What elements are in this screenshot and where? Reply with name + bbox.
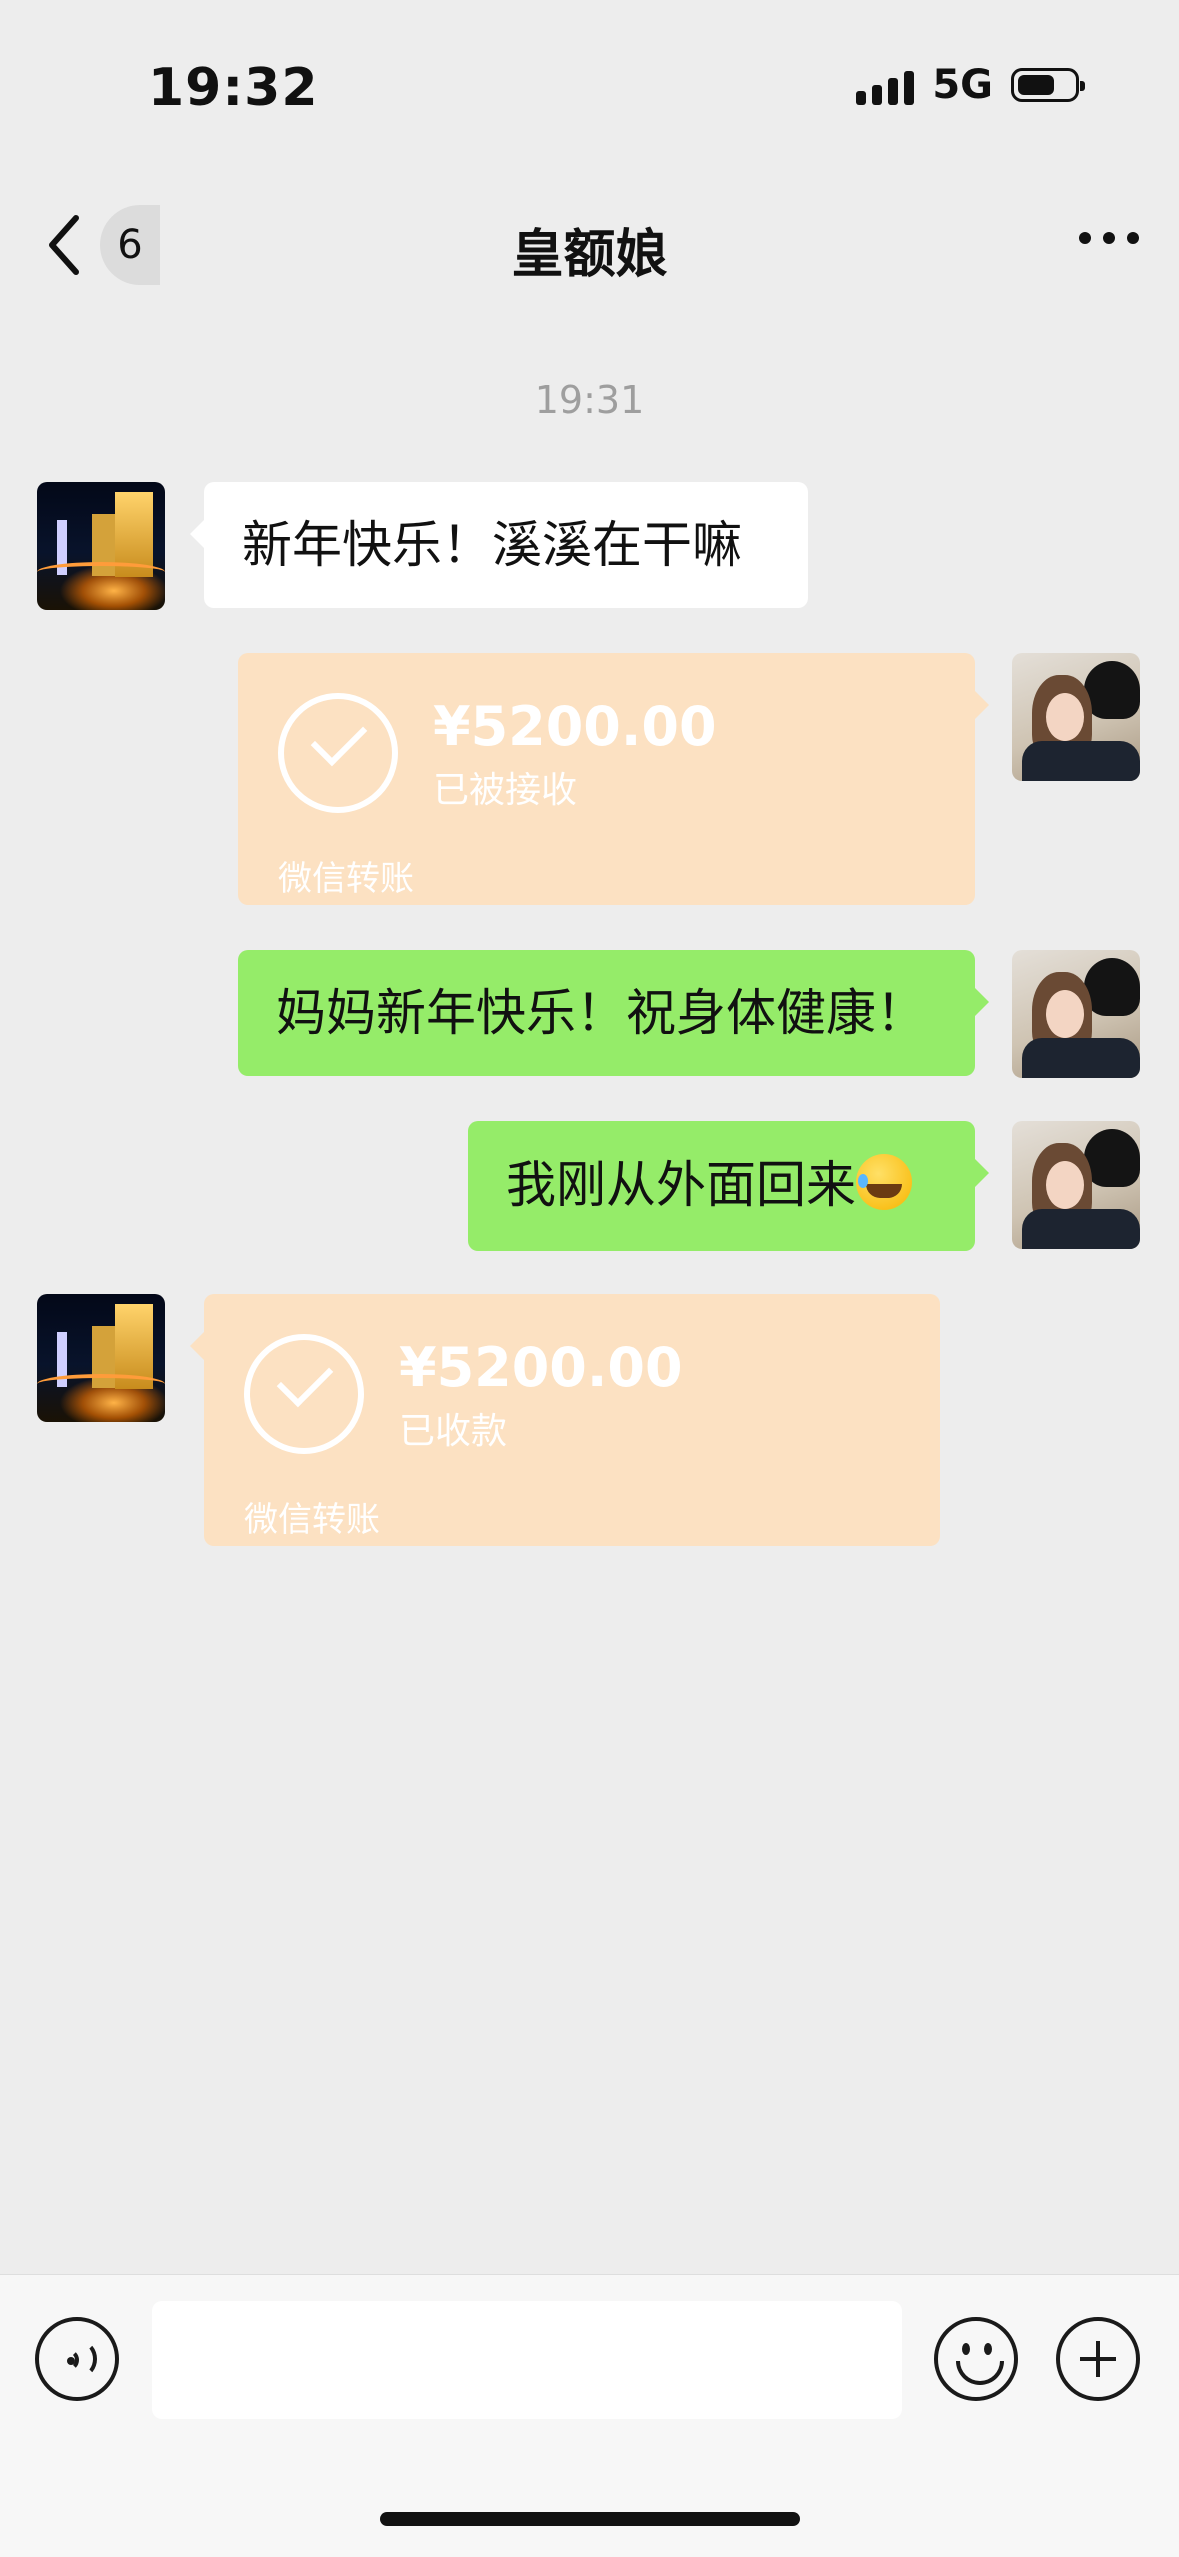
emoji-icon[interactable]: [934, 2317, 1018, 2401]
transfer-card-incoming[interactable]: ¥5200.00 已收款 微信转账: [190, 1294, 940, 1546]
status-time: 19:32: [148, 58, 319, 118]
transfer-amount: ¥5200.00: [433, 695, 717, 758]
contact-avatar[interactable]: [37, 1294, 165, 1422]
network-type: 5G: [932, 62, 993, 108]
transfer-amount: ¥5200.00: [399, 1336, 683, 1399]
battery-icon: [1011, 68, 1085, 102]
message-text: 妈妈新年快乐！祝身体健康！: [276, 984, 926, 1042]
checkmark-icon: [278, 693, 398, 813]
message-input[interactable]: [152, 2301, 902, 2419]
my-avatar[interactable]: [1012, 950, 1140, 1078]
contact-avatar[interactable]: [37, 482, 165, 610]
transfer-status: 已被接收: [433, 770, 578, 811]
my-avatar[interactable]: [1012, 653, 1140, 781]
my-avatar[interactable]: [1012, 1121, 1140, 1249]
status-indicators: 5G: [856, 62, 1085, 108]
laughing-emoji-icon: [856, 1154, 912, 1210]
message-bubble-incoming[interactable]: 新年快乐！溪溪在干嘛: [190, 482, 808, 608]
message-text-row: 我刚从外面回来: [506, 1154, 937, 1215]
message-text: 新年快乐！溪溪在干嘛: [242, 516, 742, 574]
signal-icon: [856, 65, 915, 105]
message-text: 我刚从外面回来: [506, 1156, 856, 1214]
transfer-status: 已收款: [399, 1411, 508, 1452]
more-options-icon[interactable]: [1079, 232, 1139, 244]
transfer-brand-label: 微信转账: [244, 1500, 380, 1540]
message-bubble-outgoing[interactable]: 我刚从外面回来: [468, 1121, 989, 1251]
message-bubble-outgoing[interactable]: 妈妈新年快乐！祝身体健康！: [238, 950, 989, 1076]
checkmark-icon: [244, 1334, 364, 1454]
transfer-card-outgoing[interactable]: ¥5200.00 已被接收 微信转账: [238, 653, 989, 905]
home-indicator[interactable]: [380, 2512, 800, 2526]
voice-input-icon[interactable]: [35, 2317, 119, 2401]
transfer-brand-label: 微信转账: [278, 859, 414, 899]
more-functions-plus-icon[interactable]: [1056, 2317, 1140, 2401]
chat-title: 皇额娘: [511, 225, 668, 285]
message-timestamp: 19:31: [534, 378, 645, 422]
